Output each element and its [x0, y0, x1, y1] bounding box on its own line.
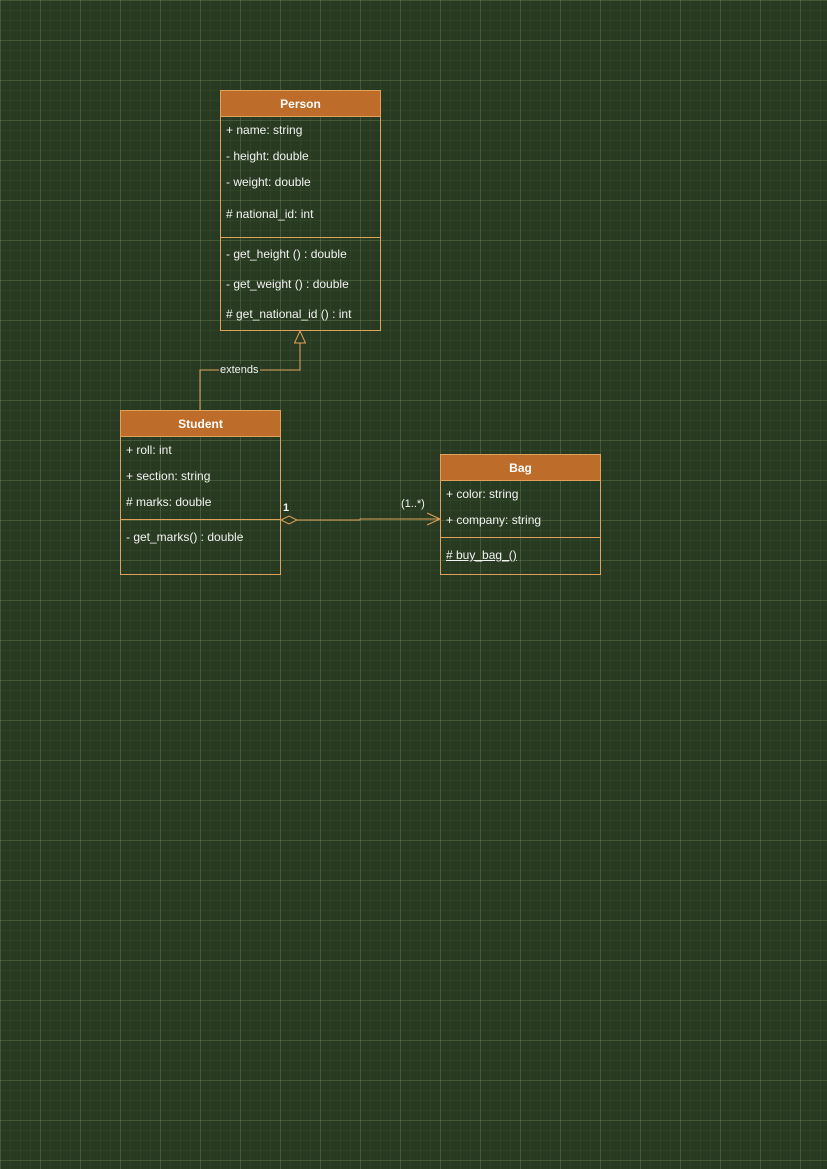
- person-method-row[interactable]: - get_weight () : double: [226, 277, 349, 291]
- person-method-row[interactable]: - get_height () : double: [226, 247, 347, 261]
- person-attribute-row[interactable]: # national_id: int: [226, 207, 313, 221]
- student-class-name: Student: [121, 411, 280, 437]
- aggregation-arrowhead: [426, 512, 442, 526]
- student-method-row[interactable]: - get_marks() : double: [126, 530, 243, 544]
- person-attribute-row[interactable]: - height: double: [226, 149, 309, 163]
- target-multiplicity-label: (1..*): [401, 498, 425, 510]
- student-attribute-row[interactable]: # marks: double: [126, 495, 211, 509]
- source-multiplicity-label: 1: [283, 502, 290, 514]
- student-attribute-row[interactable]: + roll: int: [126, 443, 172, 457]
- student-attribute-row[interactable]: + section: string: [126, 469, 210, 483]
- aggregation-diamond: [279, 515, 299, 525]
- person-class[interactable]: Person + name: string - height: double -…: [220, 90, 381, 331]
- person-class-name: Person: [221, 91, 380, 117]
- person-attributes: + name: string - height: double - weight…: [221, 117, 380, 237]
- person-attribute-row[interactable]: + name: string: [226, 123, 302, 137]
- bag-attribute-row[interactable]: + color: string: [446, 487, 518, 501]
- aggregation-connector[interactable]: [297, 518, 440, 521]
- bag-attributes: + color: string + company: string: [441, 481, 600, 537]
- connectors-layer: [199, 329, 442, 526]
- extends-label: extends: [219, 364, 260, 376]
- bag-class-name: Bag: [441, 455, 600, 481]
- student-methods: - get_marks() : double: [121, 519, 280, 575]
- inheritance-connector[interactable]: [199, 343, 301, 410]
- bag-methods: # buy_bag_(): [441, 537, 600, 575]
- student-attributes: + roll: int + section: string # marks: d…: [121, 437, 280, 519]
- person-methods: - get_height () : double - get_weight ()…: [221, 237, 380, 331]
- bag-attribute-row[interactable]: + company: string: [446, 513, 541, 527]
- inheritance-arrowhead: [293, 329, 307, 344]
- bag-method-row[interactable]: # buy_bag_(): [446, 548, 517, 562]
- person-attribute-row[interactable]: - weight: double: [226, 175, 311, 189]
- person-method-row[interactable]: # get_national_id () : int: [226, 307, 351, 321]
- student-class[interactable]: Student + roll: int + section: string # …: [120, 410, 281, 575]
- bag-class[interactable]: Bag + color: string + company: string # …: [440, 454, 601, 575]
